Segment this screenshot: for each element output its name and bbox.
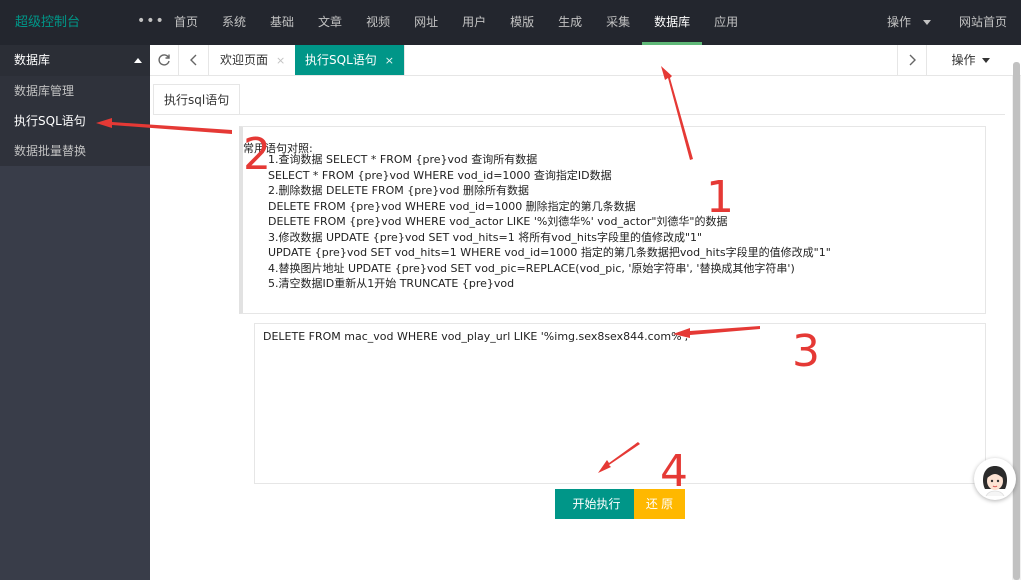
tab-exec-sql-inner[interactable]: 执行sql语句 (153, 84, 241, 114)
chevron-left-icon[interactable] (180, 45, 209, 75)
sidebar-group-label: 数据库 (14, 53, 51, 67)
annotation-number: 4 (660, 446, 688, 497)
top-nav-database[interactable]: 数据库 (642, 0, 703, 45)
sql-tip-line: 1.查询数据 SELECT * FROM {pre}vod 查询所有数据 (268, 153, 538, 166)
close-icon[interactable]: × (276, 54, 285, 67)
sidebar-item-batch-replace[interactable]: 数据批量替换 (0, 136, 150, 166)
main-content: 执行sql语句 常用语句对照: 1.查询数据 SELECT * FROM {pr… (150, 76, 1012, 580)
site-home-link[interactable]: 网站首页 (945, 0, 1021, 45)
sql-tips-panel: 常用语句对照: 1.查询数据 SELECT * FROM {pre}vod 查询… (239, 126, 986, 314)
top-nav-url[interactable]: 网址 (402, 0, 450, 45)
sql-tip-line: 5.清空数据ID重新从1开始 TRUNCATE {pre}vod (268, 277, 515, 290)
sql-tip-line: DELETE FROM {pre}vod WHERE vod_actor LIK… (268, 215, 728, 228)
sidebar-group-database[interactable]: 数据库 (0, 45, 150, 76)
refresh-icon[interactable] (150, 45, 179, 75)
sql-tip-line: SELECT * FROM {pre}vod WHERE vod_id=1000… (268, 168, 612, 182)
top-nav-user[interactable]: 用户 (450, 0, 498, 45)
sidebar-item-exec-sql[interactable]: 执行SQL语句 (0, 106, 150, 136)
tab-ops-label: 操作 (951, 53, 976, 67)
scrollbar-thumb[interactable] (1013, 62, 1020, 580)
tab-exec-sql[interactable]: 执行SQL语句 × (295, 45, 405, 75)
sidebar-list: 数据库管理 执行SQL语句 数据批量替换 (0, 76, 150, 166)
tab-welcome[interactable]: 欢迎页面 × (210, 45, 297, 75)
run-sql-button[interactable]: 开始执行 (555, 489, 638, 519)
sql-tip-line: DELETE FROM {pre}vod WHERE vod_id=1000 删… (268, 199, 636, 213)
sidebar: 数据库 数据库管理 执行SQL语句 数据批量替换 (0, 45, 150, 580)
brand-logo[interactable]: 超级控制台 (15, 0, 80, 45)
top-nav-collect[interactable]: 采集 (594, 0, 642, 45)
top-ops-menu[interactable]: 操作 (873, 0, 945, 45)
top-nav-article[interactable]: 文章 (306, 0, 354, 45)
top-nav-generate[interactable]: 生成 (546, 0, 594, 45)
top-ops-label: 操作 (886, 15, 911, 29)
tab-bar: 欢迎页面 × 执行SQL语句 × 操作 (150, 45, 1021, 76)
sql-tip-line: 2.删除数据 DELETE FROM {pre}vod 删除所有数据 (268, 184, 530, 197)
annotation-number: 1 (706, 172, 734, 223)
top-bar: 超级控制台 ••• 首页 系统 基础 文章 视频 网址 用户 模版 生成 采集 … (0, 0, 1021, 45)
sql-input[interactable]: DELETE FROM mac_vod WHERE vod_play_url L… (254, 323, 986, 484)
more-menu-icon[interactable]: ••• (137, 0, 165, 42)
chevron-up-icon (134, 58, 142, 63)
tab-ops-menu[interactable]: 操作 (928, 45, 1013, 75)
tab-exec-sql-label: 执行SQL语句 (305, 53, 377, 67)
avatar-icon (975, 459, 1015, 499)
annotation-number: 3 (792, 326, 820, 377)
top-nav: 首页 系统 基础 文章 视频 网址 用户 模版 生成 采集 数据库 应用 (162, 0, 750, 45)
chevron-down-icon (981, 58, 990, 63)
top-nav-video[interactable]: 视频 (354, 0, 402, 45)
close-icon[interactable]: × (385, 54, 394, 67)
top-nav-template[interactable]: 模版 (498, 0, 546, 45)
chevron-right-icon[interactable] (897, 45, 927, 75)
tab-welcome-label: 欢迎页面 (220, 53, 269, 67)
top-nav-system[interactable]: 系统 (210, 0, 258, 45)
sidebar-item-db-manage[interactable]: 数据库管理 (0, 76, 150, 106)
top-right-menu: 操作 网站首页 (873, 0, 1021, 45)
top-nav-home[interactable]: 首页 (162, 0, 210, 45)
sql-tip-line: UPDATE {pre}vod SET vod_hits=1 WHERE vod… (268, 246, 831, 259)
top-nav-basic[interactable]: 基础 (258, 0, 306, 45)
assistant-avatar[interactable] (974, 458, 1016, 500)
top-nav-apps[interactable]: 应用 (702, 0, 750, 45)
annotation-number: 2 (243, 129, 271, 180)
inner-tab-divider (153, 114, 1005, 115)
chevron-down-icon (922, 20, 931, 25)
sql-tip-line: 3.修改数据 UPDATE {pre}vod SET vod_hits=1 将所… (268, 230, 703, 244)
sql-tip-line: 4.替换图片地址 UPDATE {pre}vod SET vod_pic=REP… (268, 261, 795, 275)
